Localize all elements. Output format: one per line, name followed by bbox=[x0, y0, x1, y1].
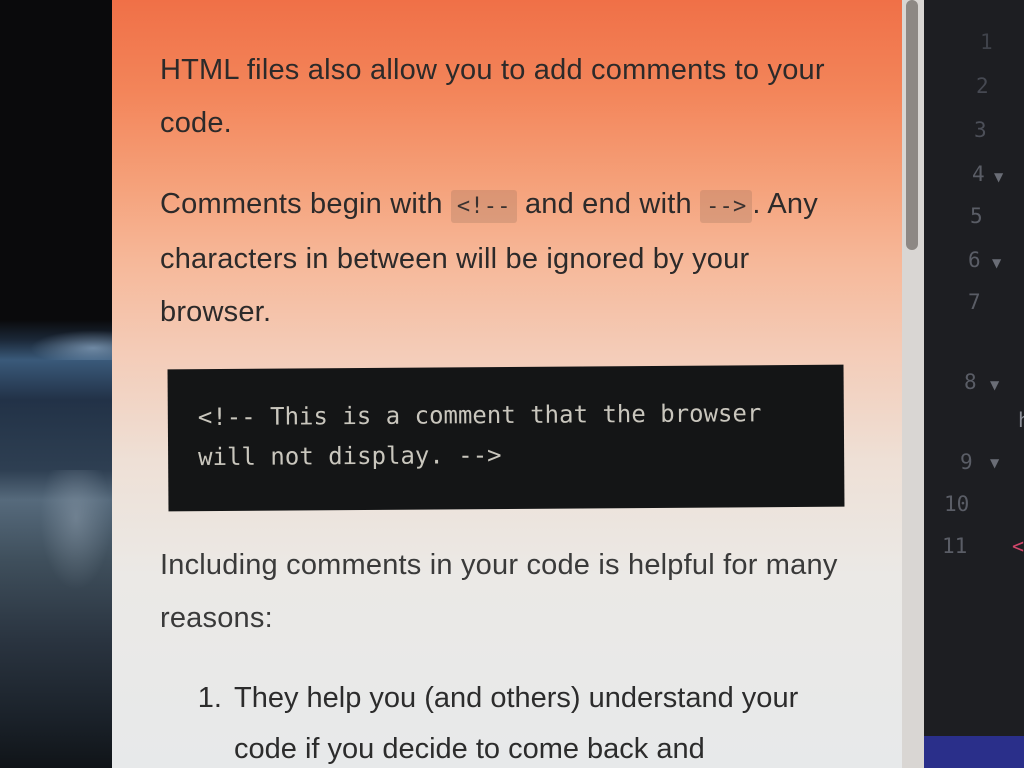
fold-arrow-icon[interactable]: ▼ bbox=[994, 170, 1003, 184]
fold-arrow-icon[interactable]: ▼ bbox=[990, 456, 999, 470]
lesson-paragraph-1: HTML files also allow you to add comment… bbox=[160, 54, 825, 139]
paragraph-2-text-start: Comments begin with bbox=[160, 188, 451, 220]
fold-arrow-icon[interactable]: ▼ bbox=[992, 256, 1001, 270]
list-item: They help you (and others) understand yo… bbox=[230, 673, 850, 768]
code-editor[interactable]: 1 2 3 4 ▼ 5 6 ▼ 7 8 ▼ h 9 ▼ 10 11 < bbox=[924, 0, 1024, 768]
scrollbar-thumb[interactable] bbox=[906, 0, 918, 250]
lesson-content: HTML files also allow you to add comment… bbox=[160, 44, 850, 768]
line-number: 7 bbox=[968, 290, 981, 314]
lesson-paragraph-2: Comments begin with <!-- and end with --… bbox=[160, 178, 850, 339]
inline-code-comment-close: --> bbox=[700, 190, 753, 223]
paragraph-2-text-middle: and end with bbox=[516, 188, 701, 220]
cloud-image bbox=[40, 470, 112, 590]
inline-code-comment-open: <!-- bbox=[450, 190, 517, 223]
line-number: 3 bbox=[974, 118, 987, 142]
reasons-list: They help you (and others) understand yo… bbox=[160, 673, 850, 768]
line-number: 4 bbox=[972, 162, 985, 186]
planet-image bbox=[30, 330, 120, 360]
line-number: 1 bbox=[980, 30, 993, 54]
lesson-paragraph-3: Including comments in your code is helpf… bbox=[160, 549, 838, 634]
line-number: 2 bbox=[976, 74, 989, 98]
line-number: 5 bbox=[970, 204, 983, 228]
line-number: 10 bbox=[944, 492, 970, 516]
code-fragment: h bbox=[1018, 408, 1024, 432]
line-number: 6 bbox=[968, 248, 981, 272]
fold-arrow-icon[interactable]: ▼ bbox=[990, 378, 999, 392]
line-number: 8 bbox=[964, 370, 977, 394]
line-number: 11 bbox=[942, 534, 968, 558]
code-example-block: <!-- This is a comment that the browser … bbox=[167, 364, 845, 512]
desktop-wallpaper bbox=[0, 0, 120, 768]
editor-action-bar[interactable] bbox=[924, 736, 1024, 768]
line-number: 9 bbox=[960, 450, 973, 474]
lesson-scrollbar[interactable] bbox=[902, 0, 924, 768]
lesson-panel: HTML files also allow you to add comment… bbox=[112, 0, 934, 768]
screen: HTML files also allow you to add comment… bbox=[0, 0, 1024, 768]
code-fragment: < bbox=[1012, 534, 1024, 558]
